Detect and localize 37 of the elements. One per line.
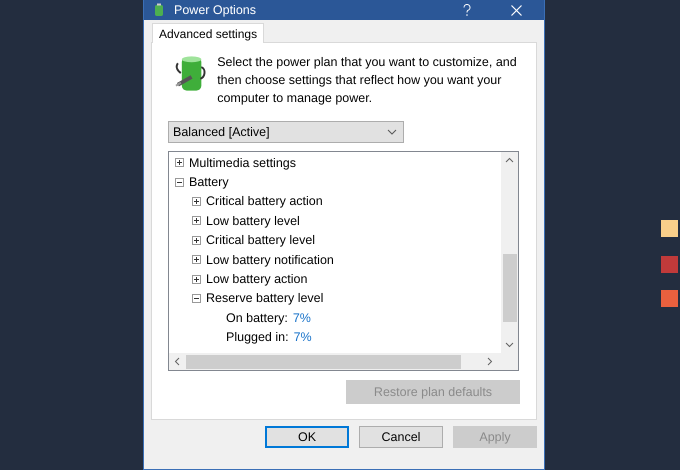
chevron-down-icon[interactable] [505, 340, 514, 349]
dialog-button[interactable]: Cancel [359, 426, 443, 448]
vertical-scrollbar[interactable] [501, 152, 518, 353]
chevron-left-icon[interactable] [173, 357, 182, 366]
collapse-icon[interactable] [192, 294, 201, 303]
tree-item-label[interactable]: Critical battery level [206, 233, 316, 248]
expand-icon[interactable] [192, 216, 201, 226]
horizontal-scrollbar[interactable] [169, 353, 518, 370]
setting-value-link[interactable]: 7% [292, 310, 311, 325]
close-icon[interactable] [511, 4, 522, 16]
collapse-icon[interactable] [175, 178, 184, 187]
tree-item-label[interactable]: Critical battery action [206, 194, 323, 208]
expand-icon[interactable] [192, 274, 201, 284]
tree-item-label[interactable]: Low battery level [206, 214, 300, 228]
settings-tab[interactable]: Advanced settings [152, 23, 264, 43]
setting-value-link[interactable]: 7% [294, 330, 312, 344]
tree-item-label[interactable]: Low battery notification [206, 252, 334, 267]
description-text: Select the power plan that you want to customize, and then choose settings that reflect how you want your computer to manage power. [217, 54, 518, 107]
chevron-up-icon[interactable] [505, 156, 514, 165]
window-title: Power Options [174, 3, 257, 17]
tree-item-label[interactable]: Low battery action [206, 272, 308, 286]
dialog-button[interactable]: OK [265, 426, 349, 448]
expand-icon[interactable] [192, 255, 201, 264]
battery-plug-icon [152, 3, 166, 17]
dropdown-value: Balanced [Active] [173, 125, 270, 139]
tree-item-label[interactable]: Plugged in: [226, 330, 289, 344]
tree-item-label[interactable]: Reserve battery level [206, 291, 324, 306]
expand-icon[interactable] [192, 196, 201, 206]
tree-item-label[interactable]: Multimedia settings [189, 156, 296, 170]
power-plan-dropdown[interactable]: Balanced [Active] [168, 121, 404, 143]
chevron-down-icon [387, 129, 397, 135]
help-icon[interactable] [463, 4, 471, 16]
tree-item-label[interactable]: Battery [189, 175, 229, 190]
expand-icon[interactable] [192, 236, 201, 245]
chevron-right-icon[interactable] [485, 357, 494, 366]
tree-item-label[interactable]: On battery: [226, 310, 288, 325]
expand-icon[interactable] [175, 158, 184, 168]
